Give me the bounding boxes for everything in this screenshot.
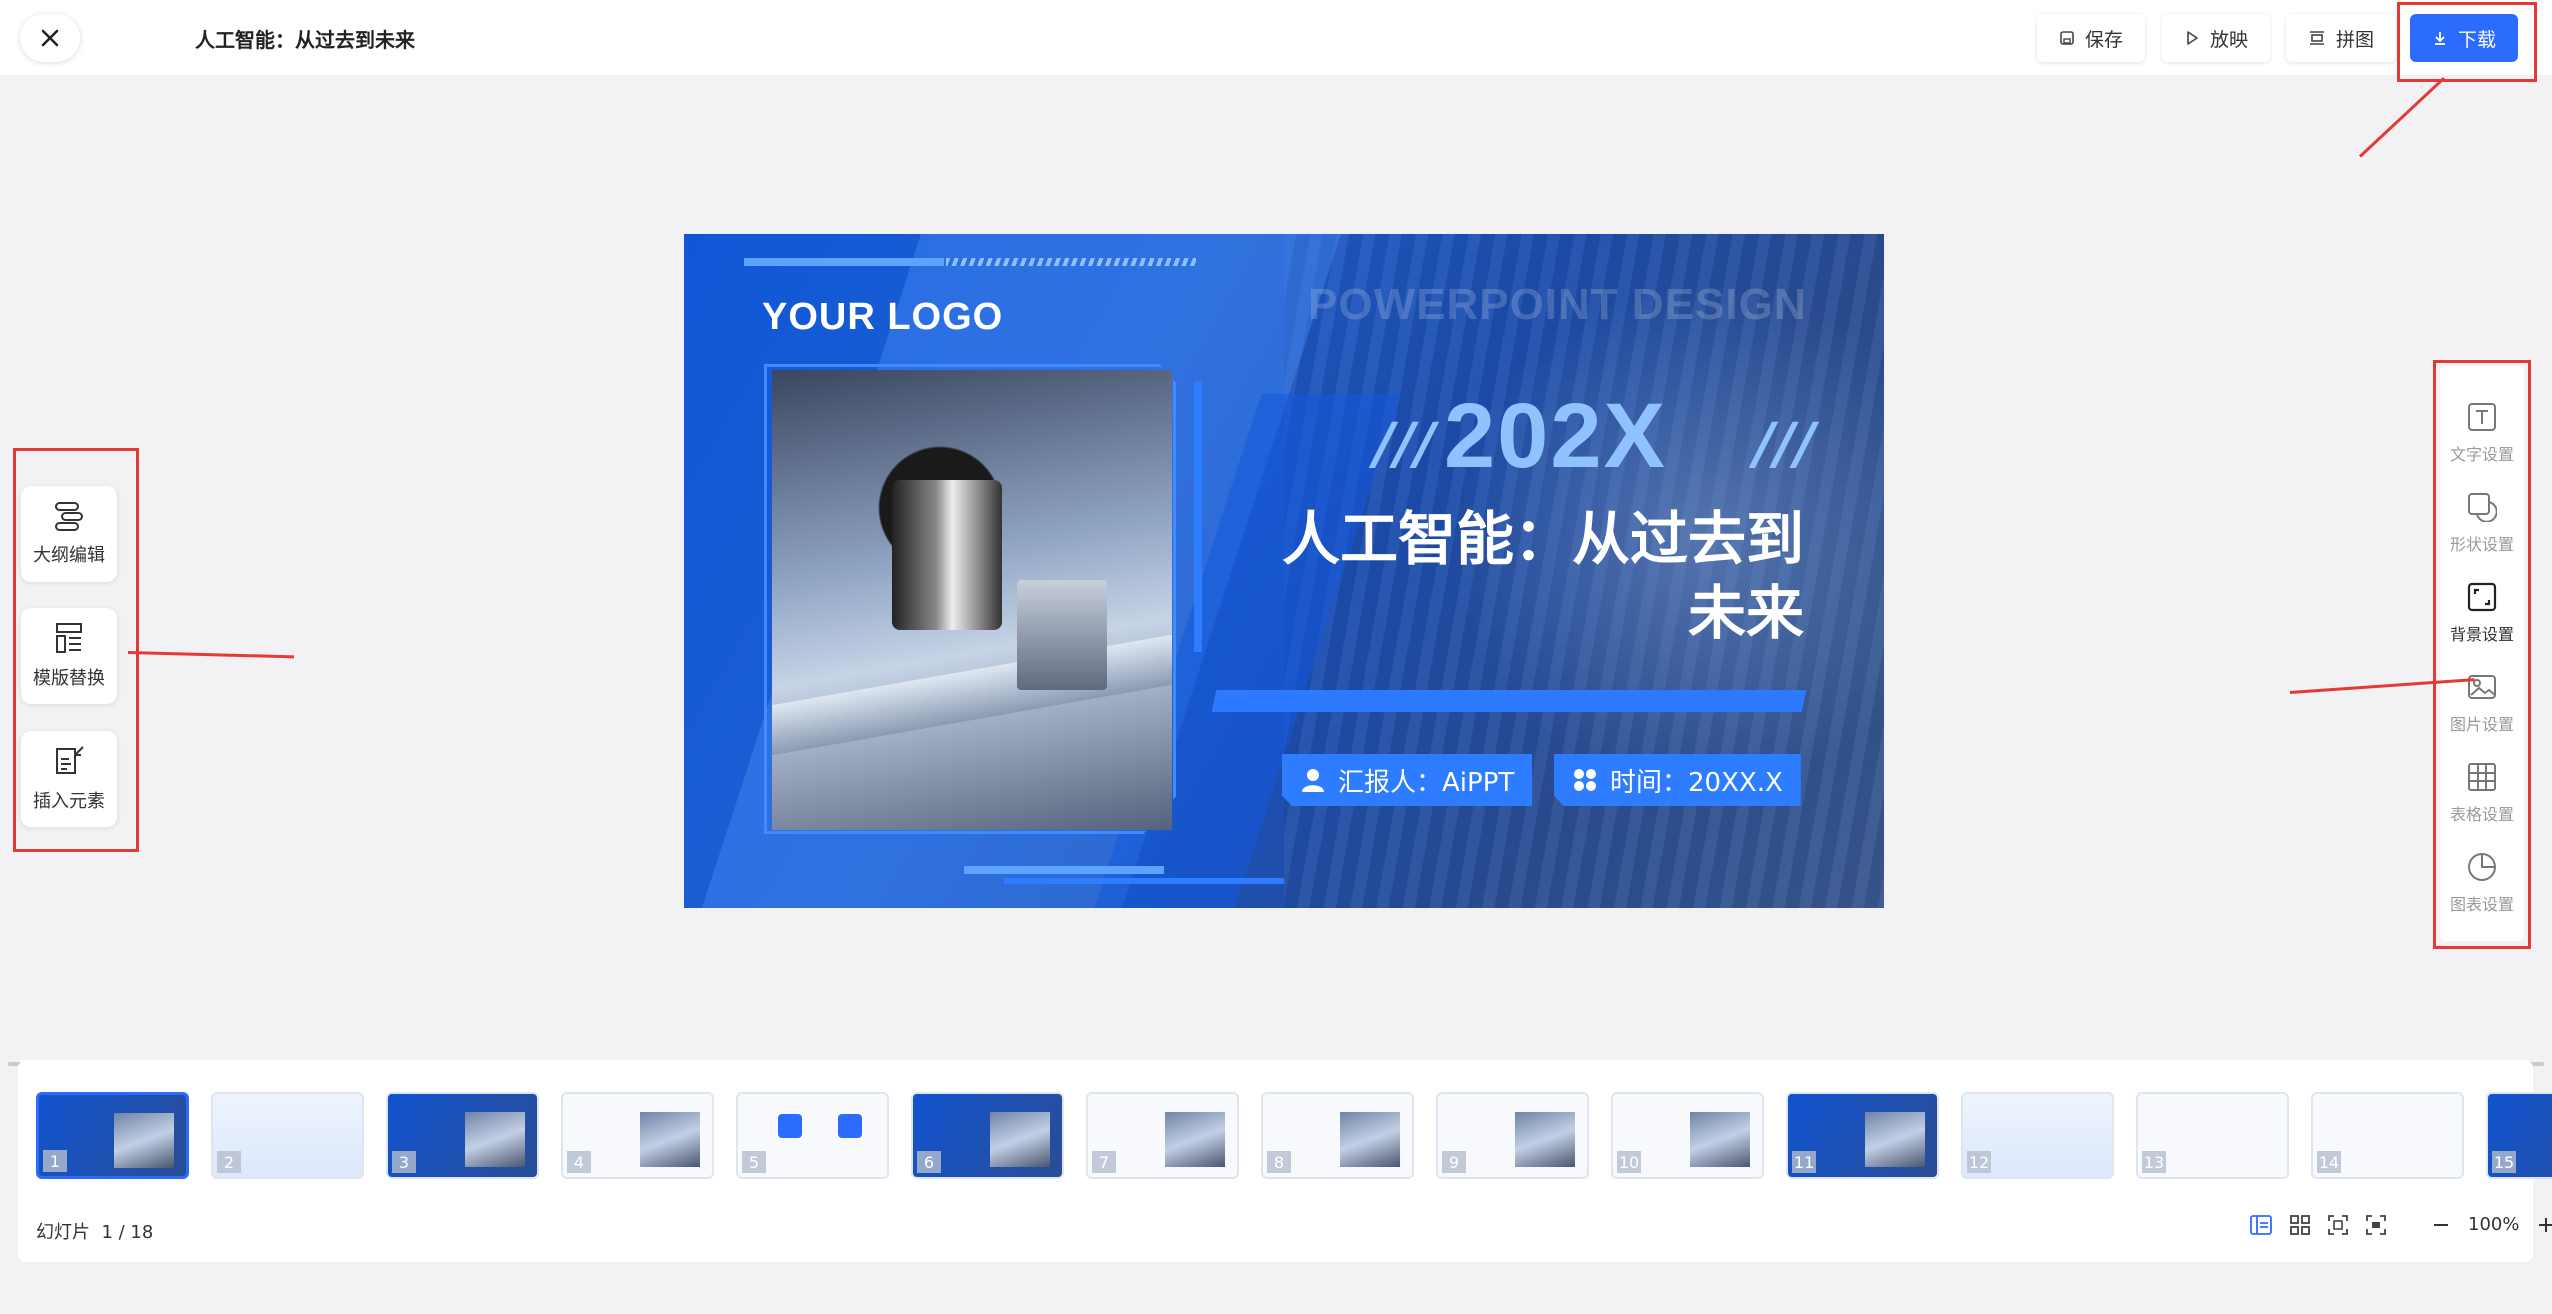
close-icon <box>41 29 59 47</box>
normal-view-icon[interactable] <box>2250 1214 2272 1235</box>
annotation-box-download <box>2397 2 2537 82</box>
slide-top-line <box>744 258 944 266</box>
fullscreen-icon[interactable] <box>2366 1214 2386 1235</box>
collage-icon <box>2310 31 2324 45</box>
play-icon <box>2187 31 2198 45</box>
zoom-out-icon[interactable] <box>2432 1216 2450 1234</box>
collage-button[interactable]: 拼图 <box>2286 14 2397 62</box>
photo-cylinder <box>892 480 1002 630</box>
thumbnail-number: 10 <box>1617 1151 1641 1173</box>
slide-thumbnail[interactable]: 13 <box>2136 1092 2289 1179</box>
slide-thumbnail[interactable]: 9 <box>1436 1092 1589 1179</box>
slide-title-underbar <box>1211 690 1807 712</box>
slide-thumbnail[interactable]: 8 <box>1261 1092 1414 1179</box>
slide-bottom-line <box>964 866 1164 874</box>
thumbnail-image <box>990 1112 1050 1167</box>
grid-dots-icon <box>1574 769 1596 791</box>
slide-counter-value: 1 / 18 <box>101 1222 154 1243</box>
zoom-level: 100% <box>2468 1214 2520 1235</box>
annotation-box-left-toolbar <box>13 448 139 852</box>
save-icon <box>2060 31 2074 45</box>
thumbnail-image <box>465 1112 525 1167</box>
fit-screen-icon[interactable] <box>2328 1214 2348 1235</box>
slide-thumbnail[interactable]: 10 <box>1611 1092 1764 1179</box>
slide-thumbnail[interactable]: 4 <box>561 1092 714 1179</box>
slide-year[interactable]: 202X <box>1444 384 1667 489</box>
document-title: 人工智能：从过去到未来 <box>195 28 415 52</box>
slide-thumbnail[interactable]: 12 <box>1961 1092 2114 1179</box>
thumbnail-image <box>1165 1112 1225 1167</box>
slide-thumbnail[interactable]: 1 <box>36 1092 189 1179</box>
slide-counter: 幻灯片 1 / 18 <box>36 1218 153 1244</box>
slide-bottom-line-2 <box>1004 878 1284 884</box>
thumbnail-number: 13 <box>2142 1151 2166 1173</box>
person-icon <box>1302 769 1324 792</box>
view-controls: 100% <box>2250 1214 2552 1235</box>
slide-time-pill[interactable]: 时间：20XX.X <box>1554 754 1801 806</box>
slide-watermark[interactable]: POWERPOINT DESIGN <box>1308 280 1807 330</box>
close-button[interactable] <box>20 14 80 62</box>
slide-photo[interactable] <box>772 370 1172 830</box>
photo-unit <box>1017 580 1107 690</box>
annotation-box-right-toolbar <box>2433 360 2531 949</box>
slide-title-line2: 未来 <box>1687 579 1804 647</box>
thumbnail-image <box>1865 1112 1925 1167</box>
thumbnail-number: 5 <box>742 1151 766 1173</box>
slide-thumbnail[interactable]: 2 <box>211 1092 364 1179</box>
thumbnail-number: 7 <box>1092 1151 1116 1173</box>
slide-vertical-line <box>1194 382 1202 652</box>
thumbnail-number: 2 <box>217 1151 241 1173</box>
thumbnail-badge <box>778 1114 802 1138</box>
thumbnail-number: 9 <box>1442 1151 1466 1173</box>
slide-top-hatch <box>946 258 1196 266</box>
photo-rail <box>772 634 1172 756</box>
slide-time: 时间：20XX.X <box>1610 767 1783 798</box>
slide-counter-label: 幻灯片 <box>36 1222 90 1243</box>
slide-thumbnail[interactable]: 6 <box>911 1092 1064 1179</box>
slide-logo[interactable]: YOUR LOGO <box>762 296 1003 339</box>
thumbnail-number: 8 <box>1267 1151 1291 1173</box>
thumbnail-number: 6 <box>917 1151 941 1173</box>
thumbnail-image <box>1690 1112 1750 1167</box>
thumbnail-number: 1 <box>43 1150 67 1172</box>
thumbnail-number: 11 <box>1792 1151 1816 1173</box>
annotation-arrow-download <box>2358 76 2446 158</box>
thumbnail-number: 12 <box>1967 1151 1991 1173</box>
slide-canvas[interactable]: YOUR LOGO POWERPOINT DESIGN /// 202X ///… <box>684 234 1884 908</box>
slide-thumbnail[interactable]: 5 <box>736 1092 889 1179</box>
grid-view-icon[interactable] <box>2290 1214 2310 1235</box>
top-bar: 人工智能：从过去到未来 保存 放映 拼图 下载 <box>0 0 2552 75</box>
slide-thumbnail[interactable]: 3 <box>386 1092 539 1179</box>
thumbnail-number: 3 <box>392 1151 416 1173</box>
save-label: 保存 <box>2085 28 2124 51</box>
slide-title-line1: 人工智能：从过去到 <box>1281 505 1804 573</box>
slide-thumbnail[interactable]: 15 <box>2486 1092 2552 1179</box>
slide-thumbnail[interactable]: 14 <box>2311 1092 2464 1179</box>
slide-title[interactable]: 人工智能：从过去到 未来 <box>1224 502 1804 650</box>
thumbnail-image <box>1515 1112 1575 1167</box>
slide-slash-left: /// <box>1374 412 1436 477</box>
slide-slash-right: /// <box>1754 412 1816 477</box>
thumbnail-image <box>1340 1112 1400 1167</box>
thumbnail-number: 4 <box>567 1151 591 1173</box>
thumbnail-image <box>114 1113 174 1168</box>
thumbnail-number: 14 <box>2317 1151 2341 1173</box>
collage-label: 拼图 <box>2336 28 2375 51</box>
slide-thumbnail[interactable]: 11 <box>1786 1092 1939 1179</box>
thumbnail-badge <box>838 1114 862 1138</box>
slide-reporter-pill[interactable]: 汇报人：AiPPT <box>1282 754 1533 806</box>
slide-thumbnail[interactable]: 7 <box>1086 1092 1239 1179</box>
present-label: 放映 <box>2210 28 2249 51</box>
save-button[interactable]: 保存 <box>2037 14 2146 62</box>
zoom-in-icon[interactable] <box>2537 1216 2552 1234</box>
thumbnail-number: 15 <box>2492 1151 2516 1173</box>
present-button[interactable]: 放映 <box>2162 14 2271 62</box>
thumbnail-image <box>640 1112 700 1167</box>
slide-reporter: 汇报人：AiPPT <box>1338 767 1515 798</box>
annotation-arrow-left <box>127 651 294 659</box>
